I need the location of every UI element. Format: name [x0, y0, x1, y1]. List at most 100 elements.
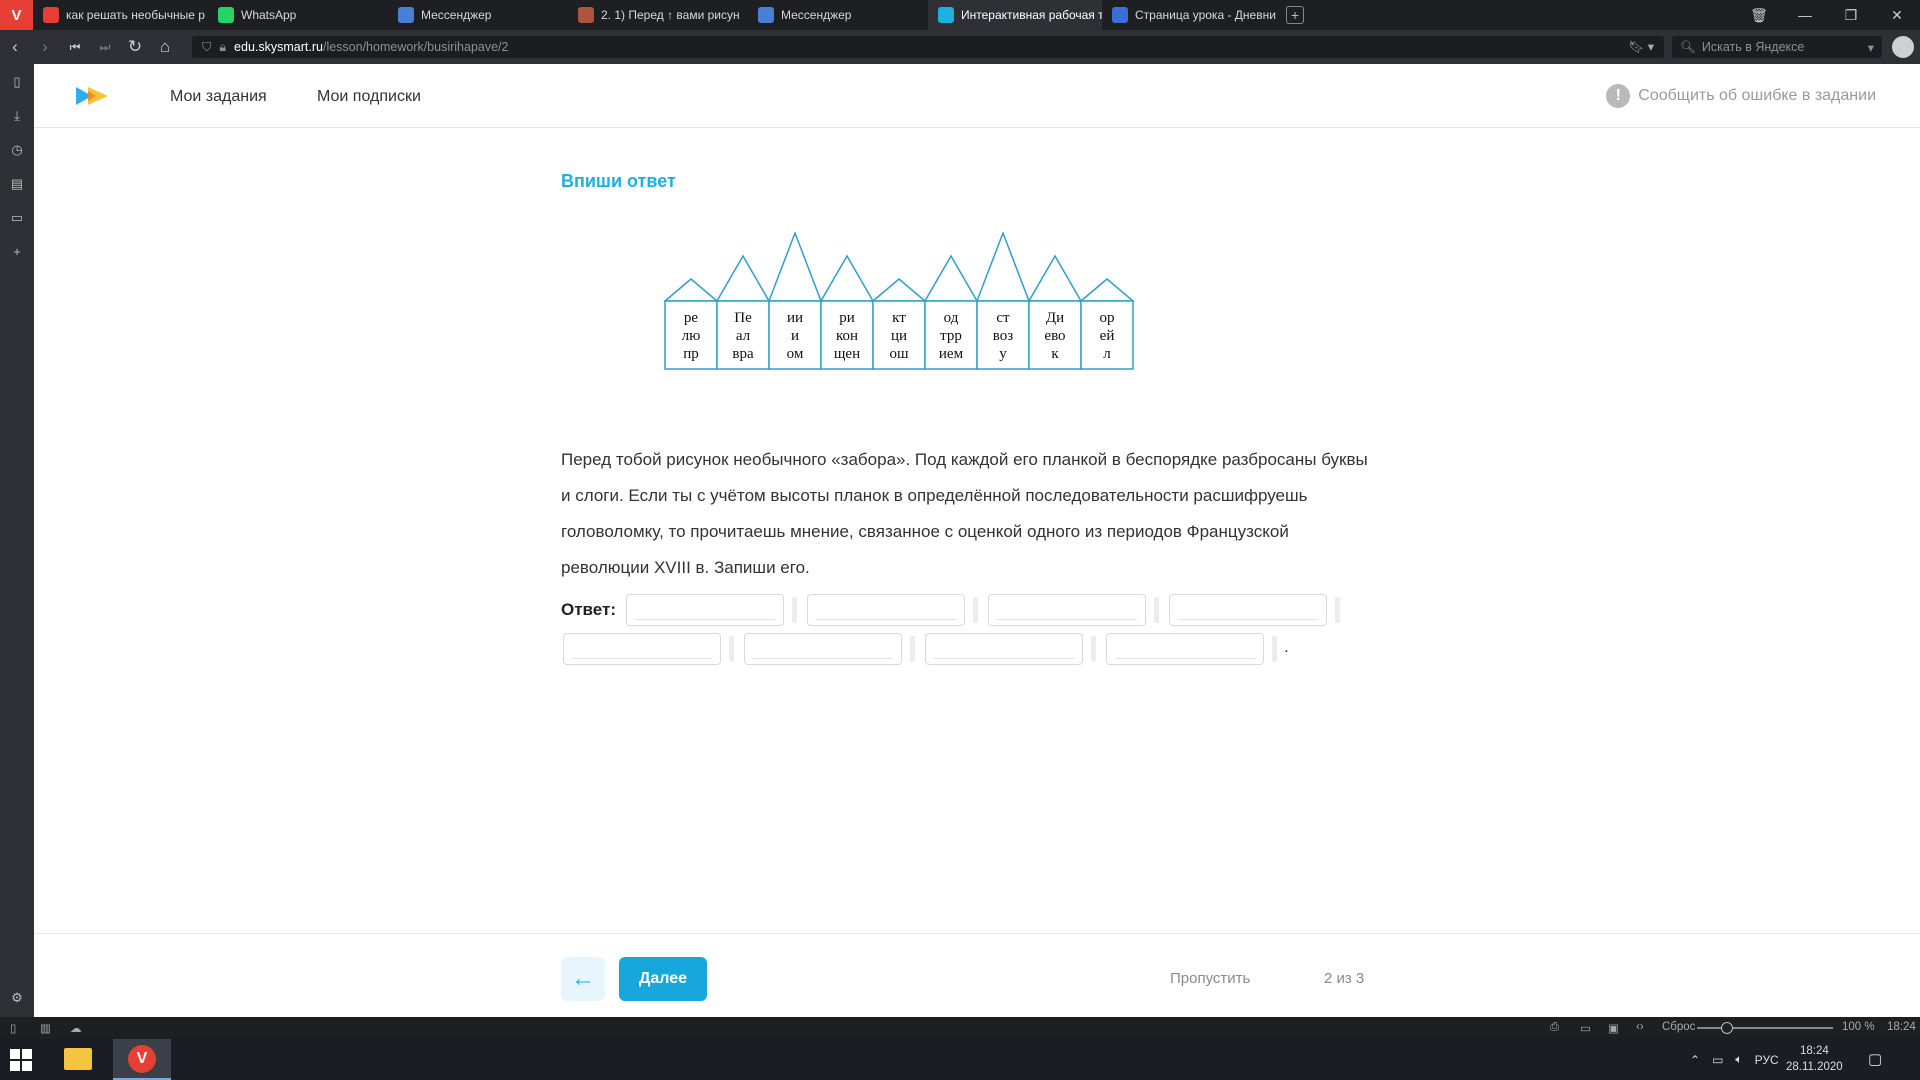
fence-syllable: ци [891, 328, 907, 344]
yandex-icon [43, 7, 59, 23]
back-button[interactable]: ← [561, 957, 605, 1001]
next-button[interactable]: Далее [619, 957, 707, 1001]
bookmark-icon[interactable]: 🔖︎ ▾ [1628, 39, 1654, 55]
fence-plank-roof [923, 254, 979, 302]
url-field[interactable]: ⛉ 🔒︎ edu.skysmart.ru/lesson/homework/bus… [192, 36, 1664, 58]
bookmarks-icon[interactable]: ▯ [9, 74, 25, 90]
history-icon[interactable]: ◷ [9, 142, 25, 158]
vivaldi-icon: V [128, 1044, 156, 1073]
nav-my-tasks[interactable]: Мои задания [170, 88, 267, 106]
browser-tab[interactable]: Интерактивная рабочая т [928, 0, 1102, 30]
answer-word-input[interactable] [1169, 594, 1327, 626]
windows-start-icon[interactable] [10, 1049, 32, 1071]
images-icon[interactable]: ▣ [1608, 1021, 1619, 1035]
zoom-slider-track[interactable] [1697, 1027, 1833, 1029]
zoom-slider-knob[interactable] [1721, 1022, 1733, 1034]
new-tab-button[interactable]: + [1286, 6, 1304, 24]
trash-icon[interactable]: 🗑 [1736, 7, 1782, 24]
answer-word-input[interactable] [744, 633, 902, 665]
browser-tab-label: Страница урока - Дневни [1135, 8, 1276, 22]
zoom-reset-label[interactable]: Сброс [1662, 1021, 1695, 1033]
network-icon[interactable]: ▭ [1712, 1053, 1723, 1067]
fence-syllable: ал [736, 328, 751, 344]
keyboard-language[interactable]: РУС [1755, 1053, 1779, 1067]
skip-button[interactable]: Пропустить [1170, 970, 1250, 987]
sync-cloud-icon[interactable]: ☁ [70, 1021, 82, 1035]
tray-chevron-up-icon[interactable]: ⌃ [1690, 1053, 1700, 1067]
skysmart-logo[interactable] [74, 84, 110, 108]
add-panel-icon[interactable]: + [9, 244, 25, 260]
word-separator [1272, 636, 1277, 662]
browser-status-bar: ▯ ▥ ☁ ⎙ ▭ ▣ ‹› Сброс 100 % 18:24 [0, 1017, 1920, 1039]
chevron-down-icon[interactable]: ▾ [1868, 40, 1874, 55]
fence-syllable: ри [839, 310, 855, 326]
browser-tab[interactable]: 2. 1) Перед ↑ вами рисун [568, 0, 748, 30]
taskbar-date: 28.11.2020 [1786, 1061, 1843, 1073]
answer-word-input[interactable] [1106, 633, 1264, 665]
browser-tab-bar: V как решать необычные р WhatsApp Мессендж… [0, 0, 1920, 30]
minimize-button[interactable]: — [1782, 7, 1828, 23]
fence-syllable: пр [683, 346, 699, 362]
window-controls: 🗑 — ❐ ✕ [1736, 0, 1920, 30]
fence-syllable: ош [889, 346, 909, 362]
windows-taskbar: V ⌃ ▭ 🔈︎ РУС 18:24 28.11.2020 ▢ [0, 1039, 1920, 1080]
skysmart-icon [938, 7, 954, 23]
browser-tab[interactable]: Мессенджер [388, 0, 568, 30]
forward-nav-icon[interactable]: › [30, 37, 60, 57]
profile-avatar[interactable] [1892, 36, 1914, 58]
report-error-link[interactable]: ! Сообщить об ошибке в задании [1606, 84, 1876, 108]
rewind-icon[interactable]: ⏮ [60, 40, 90, 55]
answer-word-input[interactable] [925, 633, 1083, 665]
nav-my-subscriptions[interactable]: Мои подписки [317, 88, 421, 106]
restore-button[interactable]: ❐ [1828, 7, 1874, 24]
fence-syllable: ор [1100, 310, 1115, 326]
search-placeholder: Искать в Яндексе [1701, 40, 1805, 54]
reload-icon[interactable]: ↻ [120, 37, 150, 57]
downloads-icon[interactable]: ⤓ [9, 108, 25, 124]
answer-word-input[interactable] [563, 633, 721, 665]
notes-icon[interactable]: ▤ [9, 176, 25, 192]
screen: V как решать необычные р WhatsApp Мессендж… [0, 0, 1920, 1080]
fence-plank-roof [975, 232, 1031, 302]
answer-word-input[interactable] [807, 594, 965, 626]
notifications-icon[interactable]: ▢ [1868, 1050, 1882, 1068]
fence-syllable: ст [996, 310, 1010, 326]
page-tiling-icon[interactable]: ▭ [1580, 1021, 1591, 1035]
fence-syllable: ре [684, 310, 699, 326]
fence-syllable: кт [892, 310, 906, 326]
fence-plank-roof [870, 278, 928, 302]
answer-word-input[interactable] [626, 594, 784, 626]
browser-tab[interactable]: как решать необычные р [33, 0, 208, 30]
home-icon[interactable]: ⌂ [150, 37, 180, 57]
answer-word-input[interactable] [988, 594, 1146, 626]
panel-toggle-icon[interactable]: ▯ [10, 1021, 16, 1035]
word-separator [729, 636, 734, 662]
fast-forward-icon[interactable]: ⏭ [90, 40, 120, 55]
fence-picture: релюпрПеалвраиииомриконщенктциошодтррием… [664, 232, 1136, 370]
browser-tab-label: Мессенджер [781, 8, 852, 22]
fence-syllable: ием [939, 346, 964, 362]
search-field[interactable]: 🔍︎ Искать в Яндексе ▾ [1672, 36, 1882, 58]
answer-label: Ответ: [561, 600, 616, 619]
tiling-icon[interactable]: ▥ [40, 1021, 51, 1035]
report-error-label: Сообщить об ошибке в задании [1638, 87, 1876, 104]
back-nav-icon[interactable]: ‹ [0, 37, 30, 57]
vivaldi-taskbar-button[interactable]: V [113, 1039, 171, 1080]
browser-tab[interactable]: Страница урока - Дневни [1102, 0, 1282, 30]
window-panel-icon[interactable]: ▭ [9, 210, 25, 226]
browser-tab[interactable]: WhatsApp [208, 0, 388, 30]
taskbar-clock[interactable]: 18:24 28.11.2020 [1786, 1043, 1843, 1075]
browser-tab[interactable]: Мессенджер [748, 0, 928, 30]
speaker-icon[interactable]: 🔈︎ [1735, 1052, 1742, 1067]
close-window-button[interactable]: ✕ [1874, 7, 1920, 24]
url-domain: edu.skysmart.ru [234, 40, 323, 54]
settings-gear-icon[interactable]: ⚙ [9, 990, 25, 1006]
status-clock: 18:24 [1887, 1021, 1916, 1033]
fence-syllable: од [944, 310, 959, 326]
fence-syllable: л [1103, 346, 1111, 362]
code-icon[interactable]: ‹› [1636, 1021, 1644, 1033]
file-explorer-icon[interactable] [64, 1048, 92, 1070]
vivaldi-menu-icon[interactable]: V [0, 0, 33, 30]
screenshot-icon[interactable]: ⎙ [1550, 1021, 1559, 1034]
search-icon: 🔍︎ [1680, 39, 1696, 54]
